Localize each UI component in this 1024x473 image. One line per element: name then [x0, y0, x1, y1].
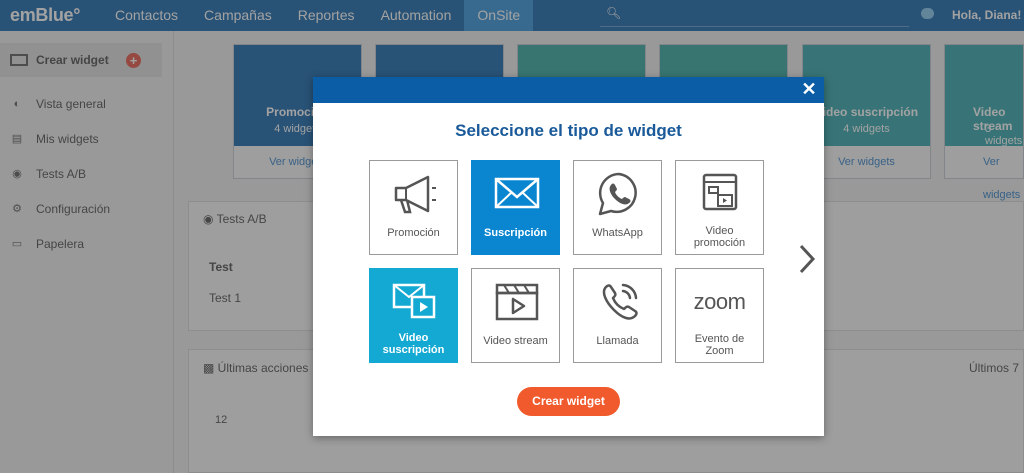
- chevron-right-icon[interactable]: [797, 243, 817, 275]
- tile-video-promocion[interactable]: Video promoción: [675, 160, 764, 255]
- tile-evento-zoom[interactable]: zoom Evento de Zoom: [675, 268, 764, 363]
- tile-llamada[interactable]: Llamada: [573, 268, 662, 363]
- tile-suscripcion[interactable]: Suscripción: [471, 160, 560, 255]
- modal-header: ✕: [313, 77, 824, 103]
- create-widget-submit-button[interactable]: Crear widget: [517, 387, 620, 416]
- tile-label: Video stream: [483, 335, 548, 347]
- tile-promocion[interactable]: Promoción: [369, 160, 458, 255]
- video-subscription-icon: [392, 283, 436, 319]
- zoom-icon: zoom: [693, 289, 746, 314]
- whatsapp-icon: [598, 172, 637, 216]
- tile-label: Video promoción: [693, 225, 746, 249]
- phone-icon: [602, 283, 638, 320]
- tile-label: Llamada: [596, 335, 639, 347]
- modal-title: Seleccione el tipo de widget: [455, 121, 682, 140]
- tile-label: WhatsApp: [592, 227, 643, 239]
- close-icon[interactable]: ✕: [800, 79, 818, 99]
- widget-type-modal: ✕ Seleccione el tipo de widget Promoción…: [313, 77, 824, 436]
- megaphone-icon: [394, 175, 436, 214]
- tile-label: Suscripción: [484, 227, 547, 239]
- tile-label: Evento de Zoom: [694, 333, 745, 357]
- tile-whatsapp[interactable]: WhatsApp: [573, 160, 662, 255]
- tile-label: Promoción: [387, 227, 440, 239]
- clapperboard-icon: [495, 283, 539, 321]
- tile-video-stream[interactable]: Video stream: [471, 268, 560, 363]
- tile-label: Video suscripción: [382, 332, 445, 356]
- envelope-icon: [494, 177, 540, 209]
- tile-video-suscripcion[interactable]: Video suscripción: [369, 268, 458, 363]
- video-promo-icon: [702, 173, 738, 211]
